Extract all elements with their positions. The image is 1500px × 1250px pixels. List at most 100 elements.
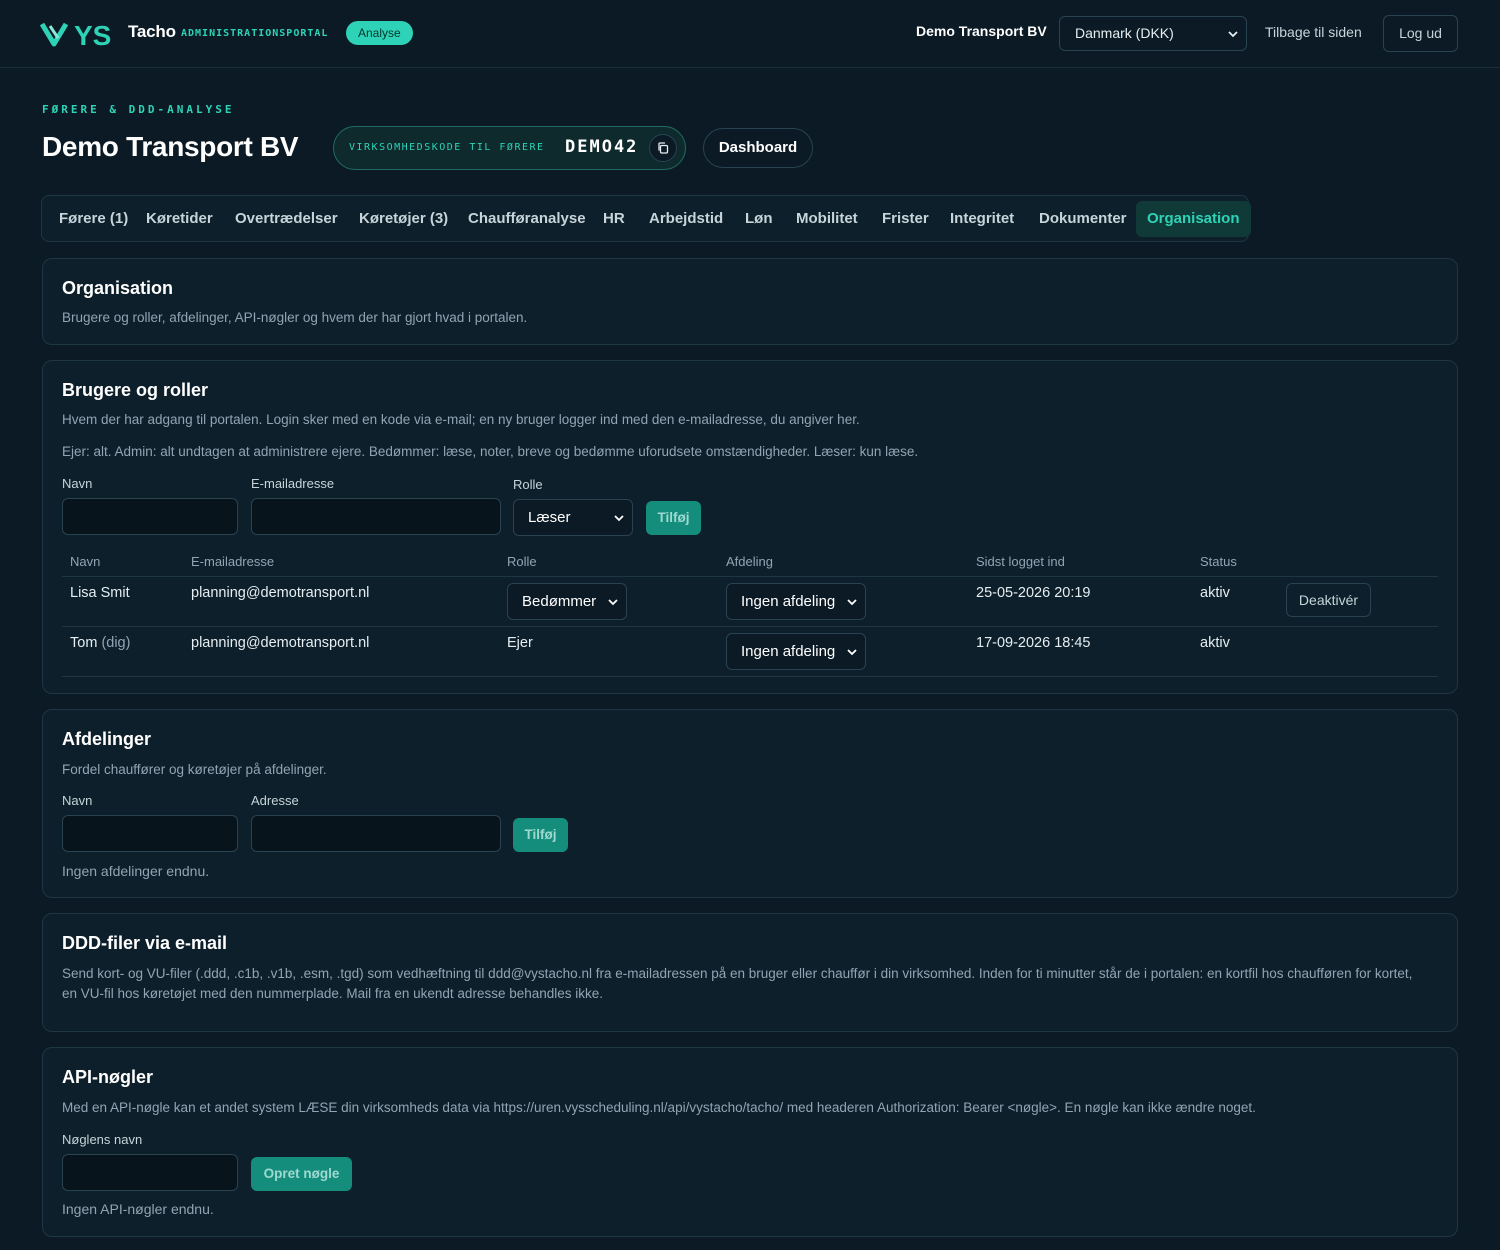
company-name: Demo Transport BV [916, 23, 1047, 39]
tab-dokumenter[interactable]: Dokumenter [1028, 201, 1138, 237]
country-select-value: Danmark (DKK) [1075, 25, 1174, 41]
user-name-label: Navn [62, 476, 93, 491]
user-row-1-last-login: 25-05-2026 20:19 [976, 585, 1091, 601]
users-description: Hvem der har adgang til portalen. Login … [62, 412, 860, 427]
table-header-divider [62, 576, 1438, 577]
add-department-button[interactable]: Tilføj [513, 818, 568, 852]
top-bar: YS Tacho ADMINISTRATIONSPORTAL Analyse D… [0, 0, 1500, 68]
user-row-1-role-select[interactable]: Bedømmer [507, 583, 627, 620]
tab-organisation[interactable]: Organisation [1136, 201, 1251, 237]
user-row-2-status: aktiv [1200, 635, 1230, 651]
user-role-select[interactable]: Læser [513, 499, 633, 536]
tab-mobilitet[interactable]: Mobilitet [785, 201, 869, 237]
col-header-department: Afdeling [726, 554, 773, 569]
user-email-label: E-mailadresse [251, 476, 335, 491]
ddd-mail-description: Send kort- og VU-filer (.ddd, .c1b, .v1b… [62, 966, 1413, 981]
department-name-input[interactable] [62, 815, 238, 852]
api-keys-card: API-nøgler Med en API-nøgle kan et andet… [42, 1047, 1458, 1237]
tab-forere[interactable]: Førere (1) [48, 201, 139, 237]
country-select[interactable]: Danmark (DKK) [1059, 16, 1247, 51]
user-row-2-last-login: 17-09-2026 18:45 [976, 635, 1091, 651]
user-role-label: Rolle [513, 477, 543, 492]
tab-lon[interactable]: Løn [734, 201, 784, 237]
api-keys-title: API-nøgler [62, 1067, 154, 1087]
tab-overtraedelser[interactable]: Overtrædelser [224, 201, 349, 237]
departments-card: Afdelinger Fordel chauffører og køretøje… [42, 709, 1458, 898]
back-to-site-link[interactable]: Tilbage til siden [1265, 24, 1362, 40]
chevron-down-icon [847, 648, 857, 655]
brand-name: Tacho [128, 22, 176, 41]
ddd-mail-card: DDD-filer via e-mail Send kort- og VU-fi… [42, 913, 1458, 1032]
user-row-1-department-select[interactable]: Ingen afdeling [726, 583, 866, 620]
col-header-status: Status [1200, 554, 1237, 569]
chevron-down-icon [608, 598, 618, 605]
organisation-title: Organisation [62, 278, 174, 298]
tab-koretojer[interactable]: Køretøjer (3) [348, 201, 459, 237]
ddd-mail-description-2: en VU-fil hos køretøjet med den nummerpl… [62, 986, 604, 1001]
organisation-description: Brugere og roller, afdelinger, API-nøgle… [62, 310, 528, 325]
api-key-name-input[interactable] [62, 1154, 238, 1191]
copy-code-button[interactable] [649, 134, 677, 162]
chevron-down-icon [614, 514, 624, 521]
page-eyebrow: FØRERE & DDD-ANALYSE [42, 103, 235, 116]
company-code-label: VIRKSOMHEDSKODE TIL FØRERE [349, 142, 545, 153]
department-address-input[interactable] [251, 815, 501, 852]
tab-integritet[interactable]: Integritet [939, 201, 1025, 237]
api-keys-empty-text: Ingen API-nøgler endnu. [62, 1201, 214, 1217]
analyse-badge: Analyse [346, 21, 413, 45]
col-header-name: Navn [70, 554, 101, 569]
logout-button[interactable]: Log ud [1383, 15, 1458, 52]
user-row-1-department-value: Ingen afdeling [741, 593, 836, 610]
user-row-1-name: Lisa Smit [70, 585, 130, 601]
user-row-1-email: planning@demotransport.nl [191, 585, 370, 601]
users-title: Brugere og roller [62, 380, 209, 400]
users-roles-description: Ejer: alt. Admin: alt undtagen at admini… [62, 444, 919, 459]
create-api-key-button[interactable]: Opret nøgle [251, 1157, 352, 1191]
table-row-divider [62, 626, 1438, 627]
users-card: Brugere og roller Hvem der har adgang ti… [42, 360, 1458, 694]
departments-title: Afdelinger [62, 729, 152, 749]
tab-frister[interactable]: Frister [871, 201, 940, 237]
tab-arbejdstid[interactable]: Arbejdstid [638, 201, 734, 237]
deactivate-user-button[interactable]: Deaktivér [1286, 583, 1371, 617]
organisation-card: Organisation Brugere og roller, afdeling… [42, 258, 1458, 345]
department-address-label: Adresse [251, 793, 299, 808]
department-name-label: Navn [62, 793, 93, 808]
chevron-down-icon [847, 598, 857, 605]
vys-logo: YS [40, 18, 120, 50]
user-row-2-you-tag: (dig) [101, 635, 131, 651]
tab-hr[interactable]: HR [592, 201, 636, 237]
table-row-divider [62, 676, 1438, 677]
chevron-down-icon [1228, 30, 1238, 37]
page-title: Demo Transport BV [42, 131, 299, 162]
user-row-2-name: Tom [70, 635, 98, 651]
tab-bar: Førere (1) Køretider Overtrædelser Køret… [41, 195, 1251, 242]
tab-chauffoeranalyse[interactable]: Chaufføranalyse [457, 201, 597, 237]
user-role-select-value: Læser [528, 509, 571, 526]
user-row-1-role-value: Bedømmer [522, 593, 597, 610]
user-row-2-name-cell: Tom (dig) [70, 635, 130, 651]
ddd-mail-title: DDD-filer via e-mail [62, 933, 228, 953]
dashboard-button[interactable]: Dashboard [703, 128, 813, 168]
svg-text:YS: YS [74, 20, 111, 50]
user-row-2-role: Ejer [507, 635, 533, 651]
user-name-input[interactable] [62, 498, 238, 535]
user-row-1-status: aktiv [1200, 585, 1230, 601]
company-code-value: DEMO42 [565, 137, 639, 157]
col-header-email: E-mailadresse [191, 554, 275, 569]
company-code-pill: VIRKSOMHEDSKODE TIL FØRERE DEMO42 [333, 126, 686, 170]
api-key-name-label: Nøglens navn [62, 1132, 143, 1147]
departments-description: Fordel chauffører og køretøjer på afdeli… [62, 762, 327, 777]
tab-koretider[interactable]: Køretider [135, 201, 224, 237]
col-header-last-login: Sidst logget ind [976, 554, 1065, 569]
user-row-2-department-value: Ingen afdeling [741, 643, 836, 660]
user-row-2-department-select[interactable]: Ingen afdeling [726, 633, 866, 670]
api-keys-description: Med en API-nøgle kan et andet system LÆS… [62, 1100, 1256, 1115]
copy-icon [658, 142, 669, 154]
col-header-role: Rolle [507, 554, 537, 569]
brand-subtitle: ADMINISTRATIONSPORTAL [181, 28, 329, 39]
user-row-2-email: planning@demotransport.nl [191, 635, 370, 651]
user-email-input[interactable] [251, 498, 501, 535]
departments-empty-text: Ingen afdelinger endnu. [62, 863, 210, 879]
add-user-button[interactable]: Tilføj [646, 501, 701, 535]
